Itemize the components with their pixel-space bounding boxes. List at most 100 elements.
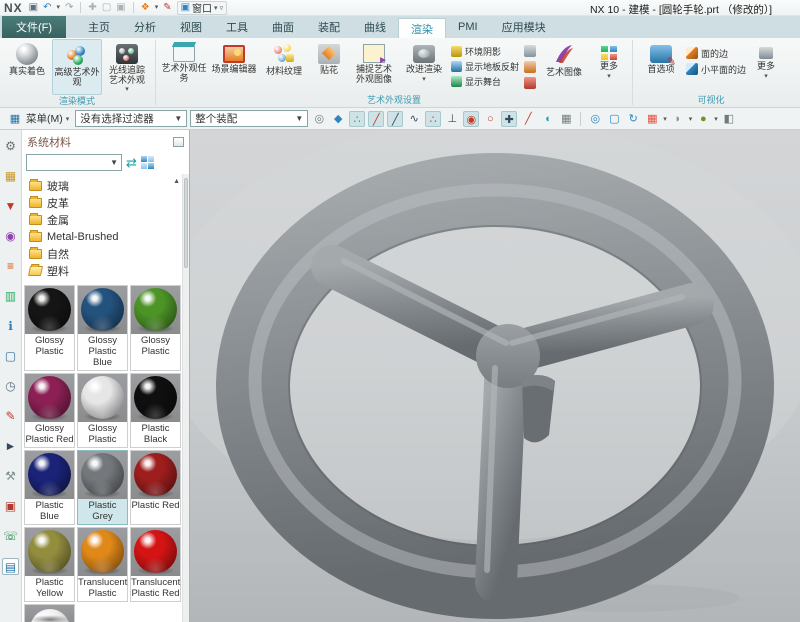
web-info-icon[interactable]: ℹ [2,318,19,335]
swatch-plastic-grey-selected[interactable]: Plastic Grey [77,450,128,525]
ambient-shadow-toggle[interactable]: 环境阴影 [449,44,521,59]
material-search-combo[interactable]: ▼ [26,154,122,171]
chevron-down-icon[interactable]: ▾ [714,115,718,123]
swatch-plastic-red[interactable]: Plastic Red [130,450,181,525]
snap-center-icon[interactable]: ◉ [463,110,480,127]
face-edges-toggle[interactable]: 面的边 [686,45,746,61]
snap-midpoint-icon[interactable]: ╱ [387,110,404,127]
snap-point-icon[interactable]: ✚ [501,110,518,127]
swatch-glossy-plastic-black[interactable]: Glossy Plastic [24,285,75,371]
tree-item-leather[interactable]: 皮革 [22,194,189,211]
history-icon[interactable]: ◷ [2,378,19,395]
decal-button[interactable]: 贴花 [309,39,349,94]
scene-editor-button[interactable]: 场景编辑器 [209,39,259,94]
redo-icon[interactable]: ↷ [65,2,73,14]
selection-filter-combo[interactable]: 没有选择过滤器 ▼ [75,110,188,127]
art-appearance-task-button[interactable]: 艺术外观任务 [159,39,209,94]
camera-icon[interactable] [524,45,537,57]
brush-icon[interactable]: ✎ [163,2,171,14]
tab-home[interactable]: 主页 [76,16,122,38]
snap-circle-icon[interactable]: ○ [482,111,498,127]
window-menu-button[interactable]: ▣ 窗口 ▾ ▿ [176,0,228,15]
reuse-library-icon[interactable]: ≡ [2,258,19,275]
copy-icon[interactable]: ▢ [102,2,111,14]
save-icon[interactable]: ▣ [29,2,38,14]
tree-item-nature[interactable]: 自然 [22,245,189,262]
palette-dropdown-icon[interactable]: ▾ [155,2,159,14]
clip-section-icon[interactable]: ◧ [721,111,737,127]
collapse-ribbon-icon[interactable]: ▿ [220,4,224,12]
file-explorer-icon[interactable]: ▢ [2,348,19,365]
scroll-up-icon[interactable]: ▲ [173,178,180,185]
snap-curve-icon[interactable]: ∿ [406,111,422,127]
tab-assemblies[interactable]: 装配 [306,16,352,38]
tab-surface[interactable]: 曲面 [260,16,306,38]
graphics-viewport[interactable] [190,130,800,622]
tab-pmi[interactable]: PMI [446,16,490,38]
art-settings-more-button[interactable]: 更多 ▾ [589,39,629,94]
snap-pole-icon[interactable]: ∴ [425,110,442,127]
snap-slash-icon[interactable]: ╱ [520,111,536,127]
chevron-down-icon[interactable]: ▾ [663,115,667,123]
snapshot-icon[interactable] [524,61,537,73]
tab-curve[interactable]: 曲线 [352,16,398,38]
image-export-icon[interactable] [524,77,537,89]
swatch-translucent-plastic-red[interactable]: Translucent Plastic Red [130,527,181,602]
selection-scope-combo[interactable]: 整个装配 ▼ [190,110,309,127]
zoom-window-icon[interactable]: ◎ [587,111,603,127]
snap-endpoint-icon[interactable]: ╱ [368,110,385,127]
tab-view[interactable]: 视图 [168,16,214,38]
visualization-more-button[interactable]: 更多 ▾ [746,39,786,94]
swatch-plastic-yellow[interactable]: Plastic Yellow [24,527,75,602]
tab-analysis[interactable]: 分析 [122,16,168,38]
snap-vertex-icon[interactable]: ⊥ [444,111,460,127]
pan-view-icon[interactable]: ◗ [670,111,686,127]
true-shading-button[interactable]: 真实着色 [2,39,52,95]
scrollbar-thumb[interactable] [184,178,188,268]
color-pen-icon[interactable]: ✎ [2,408,19,425]
swatch-translucent-plastic[interactable]: Translucent Plastic [77,527,128,602]
tab-tools[interactable]: 工具 [214,16,260,38]
undo-icon[interactable]: ↶ [43,2,51,14]
chevron-down-icon[interactable]: ▾ [399,75,449,85]
library-books-icon[interactable]: ▥ [2,288,19,305]
group-dialog-arrow-icon[interactable]: ▾ [102,85,152,95]
fit-view-icon[interactable]: ▢ [606,111,622,127]
undo-dropdown-icon[interactable]: ▾ [57,2,61,14]
tree-item-plastic[interactable]: 塑料 [22,262,189,279]
swap-arrows-icon[interactable]: ⇄ [126,155,137,170]
tree-item-metal-brushed[interactable]: Metal-Brushed [22,228,189,245]
swatch-plastic-black[interactable]: Plastic Black [130,373,181,448]
panel-window-icon[interactable] [173,137,184,147]
rotate-view-icon[interactable]: ↻ [625,111,641,127]
view-layout-icon[interactable]: ▦ [644,111,660,127]
snap-face-icon[interactable]: ◖ [539,111,555,127]
snap-grid-icon[interactable]: ▦ [558,111,574,127]
swatch-glossy-plastic-blue[interactable]: Glossy Plastic Blue [77,285,128,371]
menu-button[interactable]: ▦ 菜单(M) ▾ [4,110,72,128]
window-view-icon[interactable]: ▣ [2,498,19,515]
part-navigator-icon[interactable]: ◉ [2,228,19,245]
shaded-style-icon[interactable]: ◎ [311,111,327,127]
advanced-art-appearance-button[interactable]: 高级艺术外观 [52,39,102,95]
grid-view-icon[interactable] [140,156,154,169]
chevron-down-icon[interactable]: ▾ [689,115,693,123]
constraint-navigator-icon[interactable]: ▼ [2,198,19,215]
capture-art-image-button[interactable]: 捕捉艺术 外观图像 [349,39,399,94]
swatch-plastic-blue[interactable]: Plastic Blue [24,450,75,525]
machining-tool-icon[interactable]: ⚒ [2,468,19,485]
material-texture-button[interactable]: 材料纹理 [259,39,309,94]
add-icon[interactable]: ✚ [88,2,96,14]
art-image-button[interactable]: 艺术图像 [539,39,589,94]
floor-reflection-toggle[interactable]: 显示地板反射 [449,59,521,74]
system-materials-icon[interactable]: ▤ [2,558,19,575]
tab-render[interactable]: 渲染 [398,18,447,38]
tree-item-glass[interactable]: 玻璃 [22,177,189,194]
tab-file[interactable]: 文件(F) [2,16,67,38]
selection-tool-icon[interactable]: ► [2,438,19,455]
paste-icon[interactable]: ▣ [116,2,125,14]
facet-edges-toggle[interactable]: 小平面的边 [686,61,746,77]
improve-render-button[interactable]: 改进渲染 ▾ [399,39,449,94]
swatch-glossy-plastic-red[interactable]: Glossy Plastic Red [24,373,75,448]
snap-scatter-icon[interactable]: ∴ [349,110,366,127]
